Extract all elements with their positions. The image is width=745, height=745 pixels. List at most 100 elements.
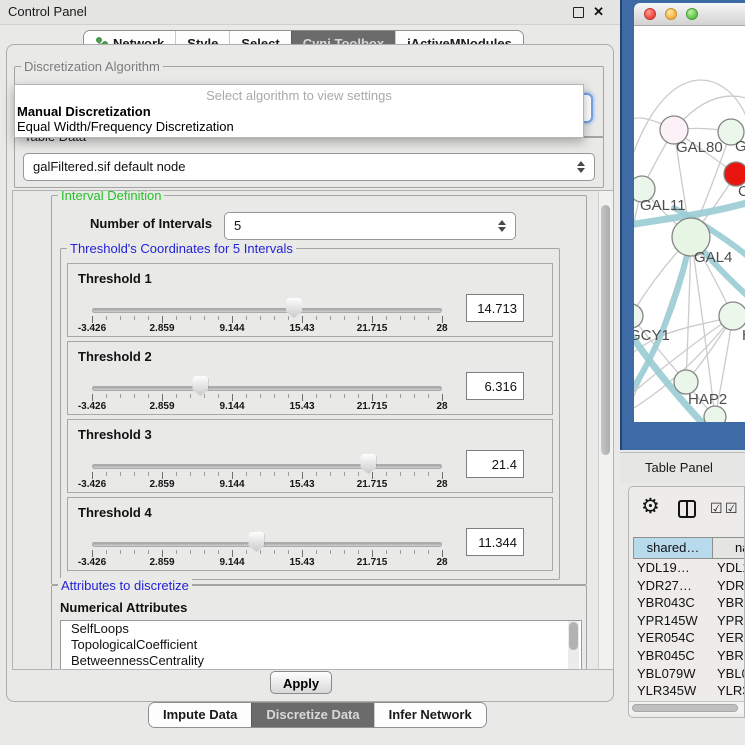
table-panel-titlebar: Table Panel bbox=[620, 452, 745, 483]
threshold-value-field[interactable]: 21.4 bbox=[466, 450, 524, 478]
threshold-value-field[interactable]: 6.316 bbox=[466, 372, 524, 400]
cell-shared-name[interactable]: YDL19… bbox=[637, 560, 690, 575]
number-of-intervals-combo[interactable]: 5 bbox=[224, 212, 516, 240]
cell-shared-name[interactable]: YBL079W bbox=[637, 666, 696, 681]
table-rows: YDL19…YDL1YDR27…YDR2YBR043CYBR0YPR145WYP… bbox=[629, 560, 745, 701]
slider-handle[interactable] bbox=[360, 454, 376, 474]
tab-infer-network[interactable]: Infer Network bbox=[374, 703, 486, 727]
apply-button[interactable]: Apply bbox=[270, 671, 332, 694]
slider-handle[interactable] bbox=[286, 298, 302, 318]
network-node-h[interactable] bbox=[719, 302, 745, 330]
threshold-panel-2: Threshold 2-3.4262.8599.14415.4321.71528… bbox=[67, 341, 553, 415]
slider-track[interactable] bbox=[92, 386, 442, 391]
tab-label: Impute Data bbox=[163, 703, 237, 727]
table-horizontal-scrollbar-thumb[interactable] bbox=[632, 704, 738, 712]
cell-shared-name[interactable]: YDR27… bbox=[637, 578, 692, 593]
float-window-icon[interactable] bbox=[573, 7, 584, 18]
network-node-label: GAL80 bbox=[676, 139, 723, 156]
checkbox-icon[interactable]: ☑ bbox=[725, 500, 738, 518]
close-icon[interactable]: ✕ bbox=[593, 0, 604, 24]
slider-tick-labels: -3.4262.8599.14415.4321.71528 bbox=[92, 323, 442, 335]
network-graph[interactable]: GAL80GACGAL11GAL4GCY1HHAP2 bbox=[634, 26, 745, 422]
cell-shared-name[interactable]: YER054C bbox=[637, 630, 695, 645]
cell-name[interactable]: YBR0 bbox=[717, 595, 745, 610]
threshold-label: Threshold 3 bbox=[78, 427, 152, 442]
cell-name[interactable]: YBR0 bbox=[717, 648, 745, 663]
threshold-value-field[interactable]: 11.344 bbox=[466, 528, 524, 556]
combo-stepper-icon[interactable] bbox=[577, 161, 585, 173]
cell-name[interactable]: YBL0 bbox=[717, 666, 745, 681]
network-node-label: GAL4 bbox=[694, 249, 732, 266]
table-row[interactable]: YBR045C YBR0 bbox=[629, 648, 745, 666]
cell-shared-name[interactable]: YPR145W bbox=[637, 613, 698, 628]
threshold-label: Threshold 1 bbox=[78, 271, 152, 286]
table-row[interactable]: YDL19… YDL1 bbox=[629, 560, 745, 578]
network-node[interactable] bbox=[704, 406, 726, 422]
network-canvas[interactable]: GAL80GACGAL11GAL4GCY1HHAP2 bbox=[634, 26, 745, 422]
cell-name[interactable]: YDR2 bbox=[717, 578, 745, 593]
algorithm-popup-item-equal-width[interactable]: Equal Width/Frequency Discretization bbox=[15, 119, 583, 134]
network-window-titlebar bbox=[634, 3, 745, 26]
table-row[interactable]: YPR145W YPR1 bbox=[629, 613, 745, 631]
slider-track[interactable] bbox=[92, 308, 442, 313]
cell-shared-name[interactable]: YLR345W bbox=[637, 683, 696, 698]
threshold-value-field[interactable]: 14.713 bbox=[466, 294, 524, 322]
algorithm-popup: Select algorithm to view settings Manual… bbox=[14, 84, 584, 138]
column-layout-icon[interactable] bbox=[678, 500, 696, 518]
cell-name[interactable]: YER0 bbox=[717, 630, 745, 645]
close-traffic-light-icon[interactable] bbox=[644, 8, 656, 20]
control-panel-titlebar: Control Panel ✕ bbox=[0, 0, 620, 25]
network-node-gcy1[interactable] bbox=[634, 304, 643, 328]
settings-scroll-area: Interval Definition Number of Intervals … bbox=[12, 190, 614, 670]
cell-shared-name[interactable]: YBR043C bbox=[637, 595, 695, 610]
tab-label: Infer Network bbox=[389, 703, 472, 727]
settings-scrollbar[interactable] bbox=[598, 191, 613, 669]
column-header-name[interactable]: na bbox=[712, 537, 745, 559]
attributes-list-scrollbar[interactable] bbox=[568, 621, 579, 670]
thresholds-group: Threshold's Coordinates for 5 Intervals … bbox=[60, 248, 560, 580]
table-horizontal-scrollbar[interactable] bbox=[629, 701, 745, 714]
cell-name[interactable]: YLR3 bbox=[717, 683, 745, 698]
algorithm-group-label: Discretization Algorithm bbox=[21, 59, 163, 74]
threshold-panel-1: Threshold 1 -3.4262.8599.14415.4321.71528… bbox=[67, 263, 553, 337]
slider-handle[interactable] bbox=[248, 532, 264, 552]
algorithm-popup-item-manual[interactable]: Manual Discretization bbox=[15, 104, 583, 119]
network-node-label: GAL11 bbox=[640, 197, 686, 214]
control-panel-title: Control Panel bbox=[8, 0, 87, 24]
threshold-label: Threshold 4 bbox=[78, 505, 152, 520]
number-of-intervals-label: Number of Intervals bbox=[90, 216, 212, 231]
network-node-label: HAP2 bbox=[688, 391, 727, 408]
attributes-group: Attributes to discretize Numerical Attri… bbox=[51, 585, 587, 670]
control-panel: Control Panel ✕ NetworkStyleSelectCyni T… bbox=[0, 0, 620, 745]
table-row[interactable]: YBL079W YBL0 bbox=[629, 666, 745, 684]
minimize-traffic-light-icon[interactable] bbox=[665, 8, 677, 20]
slider-track[interactable] bbox=[92, 542, 442, 547]
table-row[interactable]: YDR27… YDR2 bbox=[629, 578, 745, 596]
tab-discretize-data[interactable]: Discretize Data bbox=[251, 703, 373, 727]
slider-tick-labels: -3.4262.8599.14415.4321.71528 bbox=[92, 479, 442, 491]
slider-tick-labels: -3.4262.8599.14415.4321.71528 bbox=[92, 401, 442, 413]
slider-ticks bbox=[92, 550, 442, 557]
table-data-combo[interactable]: galFiltered.sif default node bbox=[23, 153, 595, 181]
settings-scrollbar-thumb[interactable] bbox=[601, 205, 610, 455]
table-row[interactable]: YER054C YER0 bbox=[629, 630, 745, 648]
attribute-list-item[interactable]: BetweennessCentrality bbox=[61, 653, 581, 669]
cell-name[interactable]: YPR1 bbox=[717, 613, 745, 628]
cell-name[interactable]: YDL1 bbox=[717, 560, 745, 575]
attribute-list-item[interactable]: TopologicalCoefficient bbox=[61, 637, 581, 653]
table-row[interactable]: YBR043C YBR0 bbox=[629, 595, 745, 613]
gear-icon[interactable]: ⚙ bbox=[641, 494, 660, 518]
attribute-list-item[interactable]: SelfLoops bbox=[61, 621, 581, 637]
combo-stepper-icon[interactable] bbox=[498, 220, 506, 232]
cell-shared-name[interactable]: YBR045C bbox=[637, 648, 695, 663]
checkbox-icon[interactable]: ☑ bbox=[710, 500, 723, 518]
interval-definition-group: Interval Definition Number of Intervals … bbox=[51, 195, 587, 585]
table-row[interactable]: YLR345W YLR3 bbox=[629, 683, 745, 701]
numerical-attributes-list[interactable]: SelfLoopsTopologicalCoefficientBetweenne… bbox=[60, 620, 582, 670]
zoom-traffic-light-icon[interactable] bbox=[686, 8, 698, 20]
table-data-group: Table Data galFiltered.sif default node bbox=[14, 136, 604, 188]
column-header-shared[interactable]: shared… bbox=[633, 537, 713, 559]
slider-track[interactable] bbox=[92, 464, 442, 469]
slider-handle[interactable] bbox=[192, 376, 208, 396]
tab-impute-data[interactable]: Impute Data bbox=[149, 703, 251, 727]
